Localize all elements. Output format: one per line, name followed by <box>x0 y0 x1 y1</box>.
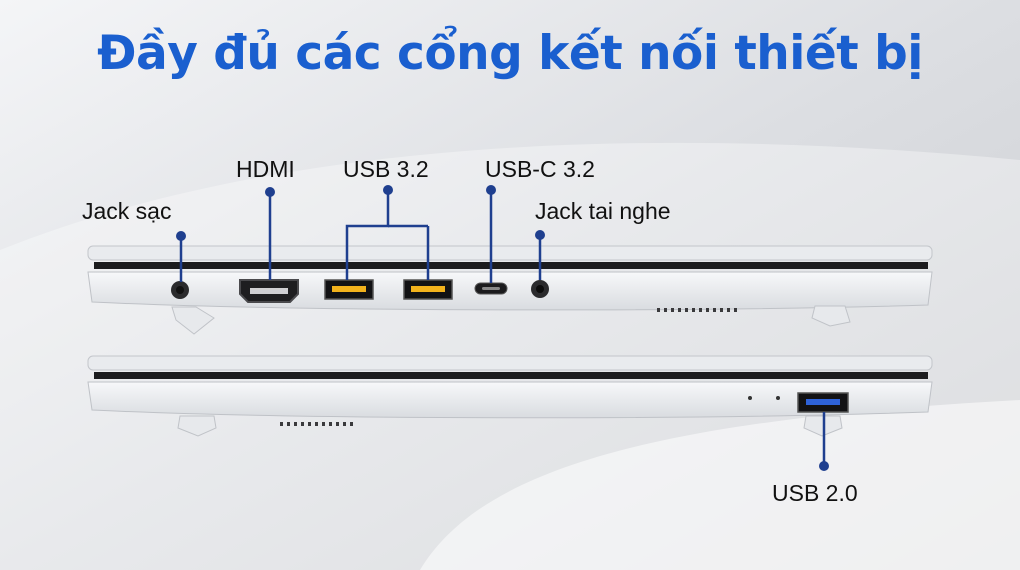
usb-2-port-icon <box>797 392 849 413</box>
page-title: Đầy đủ các cổng kết nối thiết bị <box>97 26 923 81</box>
usb-a-port-icon-1 <box>324 279 374 300</box>
headphone-jack-icon <box>531 280 549 298</box>
ports-illustration <box>0 0 1020 570</box>
charging-port-icon <box>171 281 189 299</box>
label-usb-2-0: USB 2.0 <box>772 480 858 506</box>
label-hdmi: HDMI <box>236 156 295 182</box>
label-jack-sac: Jack sạc <box>82 198 172 224</box>
usb-c-port-icon <box>474 282 508 295</box>
label-usb-c-3-2: USB-C 3.2 <box>485 156 595 182</box>
usb-a-port-icon-2 <box>403 279 453 300</box>
hdmi-port-icon <box>239 279 299 303</box>
label-usb-3-2: USB 3.2 <box>343 156 429 182</box>
label-jack-tai-nghe: Jack tai nghe <box>535 198 671 224</box>
